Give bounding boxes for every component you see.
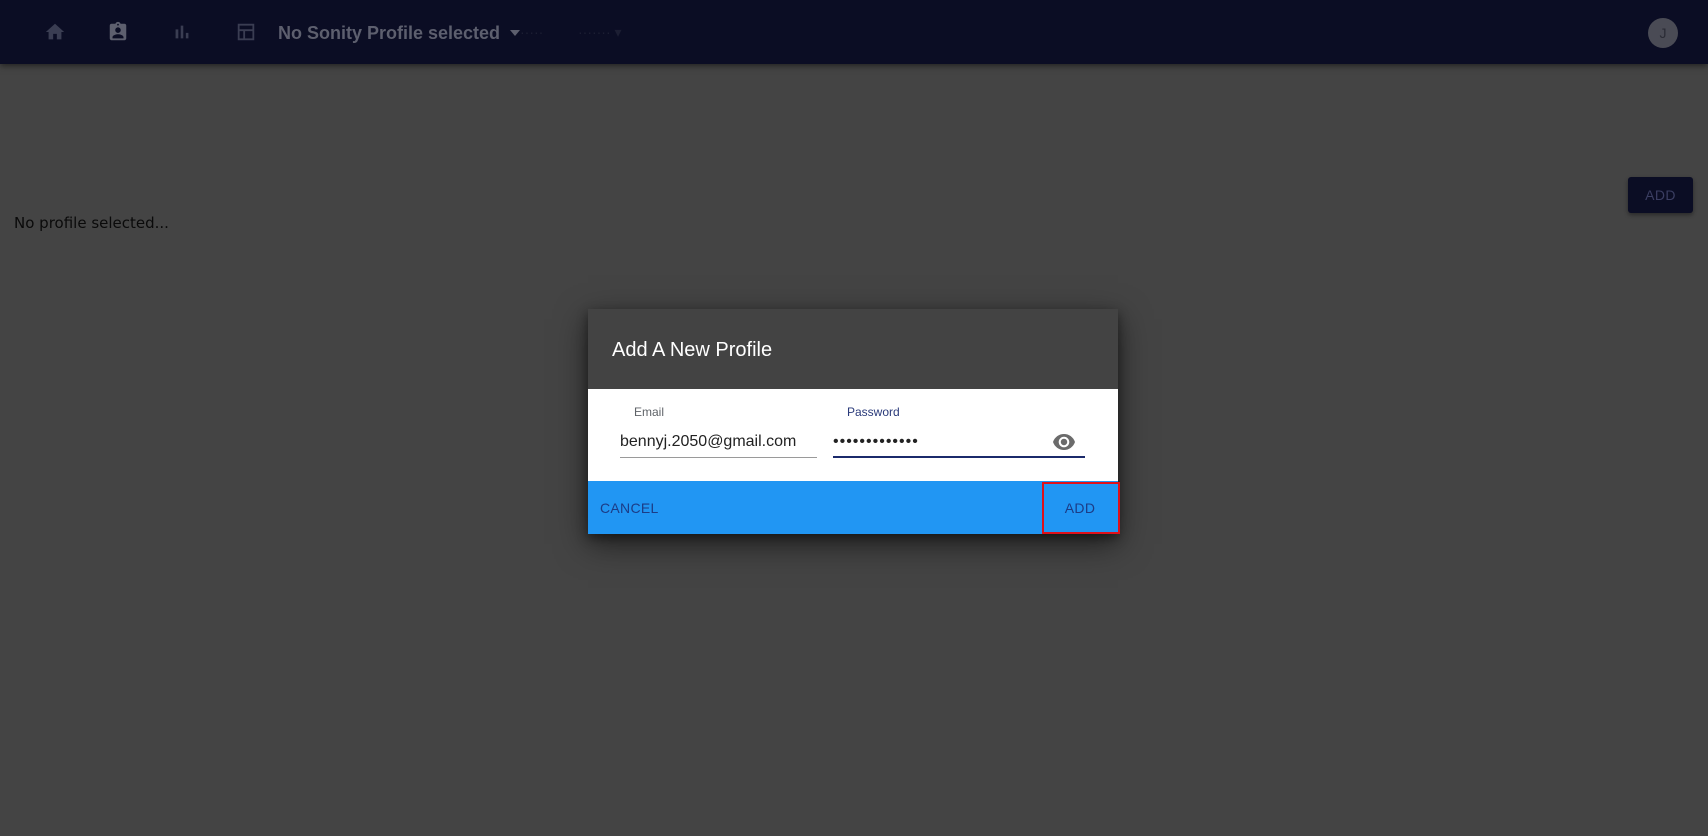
dialog-body: Email Password — [588, 389, 1118, 489]
add-profile-button[interactable]: ADD — [1628, 177, 1693, 213]
dialog-footer: CANCEL ADD — [588, 481, 1118, 534]
email-input[interactable] — [620, 427, 817, 458]
eye-icon[interactable] — [1052, 433, 1076, 451]
bar-chart-icon[interactable] — [170, 20, 194, 44]
profile-selector-label: No Sonity Profile selected — [278, 22, 501, 43]
avatar-initial: J — [1659, 25, 1667, 41]
app-bar: No Sonity Profile selected ····· ·······… — [0, 0, 1708, 64]
profile-selector[interactable]: No Sonity Profile selected — [278, 20, 521, 46]
add-button[interactable]: ADD — [1042, 481, 1118, 534]
dialog-header: Add A New Profile — [588, 309, 1118, 389]
table-icon[interactable] — [234, 20, 258, 44]
password-label: Password — [847, 405, 900, 419]
caret-down-icon — [510, 30, 521, 36]
add-profile-dialog: Add A New Profile Email Password CANCEL … — [588, 309, 1118, 534]
password-input[interactable] — [833, 427, 1085, 458]
no-profile-text: No profile selected... — [14, 214, 169, 232]
avatar[interactable]: J — [1648, 18, 1678, 48]
faint-nav-text: ······· ▾ — [578, 24, 622, 40]
cancel-button[interactable]: CANCEL — [588, 481, 668, 534]
email-field: Email — [620, 405, 817, 461]
dialog-title: Add A New Profile — [612, 339, 773, 361]
faint-nav-text: ····· — [520, 24, 544, 40]
home-icon[interactable] — [43, 20, 67, 44]
password-field: Password — [833, 405, 1085, 461]
email-label: Email — [634, 405, 665, 419]
assignment-ind-icon[interactable] — [106, 20, 130, 44]
